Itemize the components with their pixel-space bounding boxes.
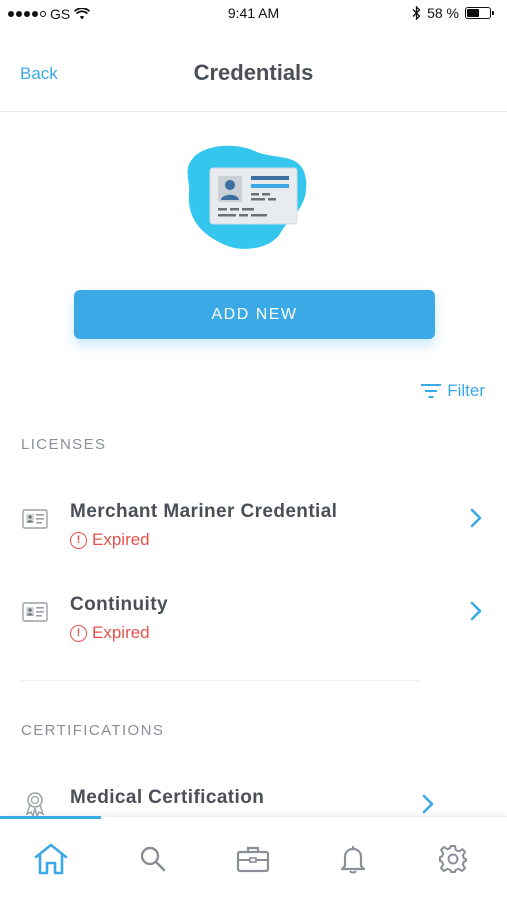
license-status-label: Expired bbox=[92, 623, 150, 642]
license-status: ! Expired bbox=[70, 530, 150, 550]
warning-icon: ! bbox=[70, 531, 87, 549]
license-status-label: Expired bbox=[92, 530, 150, 549]
battery-percent: 58 % bbox=[427, 5, 459, 21]
tab-indicator bbox=[0, 816, 101, 819]
filter-button[interactable]: Filter bbox=[421, 381, 485, 401]
license-title: Merchant Mariner Credential bbox=[70, 501, 338, 522]
tab-search[interactable] bbox=[135, 841, 171, 877]
chevron-right-icon bbox=[470, 508, 482, 528]
license-row-continuity[interactable]: Continuity ! Expired bbox=[0, 594, 507, 664]
battery-level bbox=[467, 9, 479, 17]
certifications-section-header: CERTIFICATIONS bbox=[21, 722, 165, 739]
tab-bar bbox=[0, 816, 507, 900]
tab-home[interactable] bbox=[33, 841, 69, 877]
bluetooth-icon bbox=[412, 6, 421, 20]
section-divider bbox=[21, 680, 420, 681]
chevron-right-icon bbox=[422, 794, 434, 814]
bell-icon bbox=[340, 845, 366, 874]
credential-card-illustration bbox=[187, 145, 307, 249]
ribbon-icon bbox=[25, 792, 45, 817]
tab-briefcase[interactable] bbox=[235, 841, 271, 877]
add-new-button[interactable]: ADD NEW bbox=[74, 290, 435, 339]
warning-icon: ! bbox=[70, 624, 87, 642]
briefcase-icon bbox=[236, 846, 270, 873]
chevron-right-icon bbox=[470, 601, 482, 621]
search-icon bbox=[140, 846, 166, 872]
tab-notifications[interactable] bbox=[335, 841, 371, 877]
navigation-bar: Back Credentials bbox=[0, 40, 507, 112]
filter-icon bbox=[421, 384, 442, 398]
id-card-icon bbox=[22, 509, 48, 529]
license-row-merchant-mariner-credential[interactable]: Merchant Mariner Credential ! Expired bbox=[0, 501, 507, 571]
license-status: ! Expired bbox=[70, 623, 150, 643]
status-bar: GS 9:41 AM 58 % bbox=[0, 0, 507, 28]
page-title: Credentials bbox=[193, 60, 314, 85]
gear-icon bbox=[439, 845, 467, 873]
tab-settings[interactable] bbox=[435, 841, 471, 877]
licenses-section-header: LICENSES bbox=[21, 436, 107, 453]
id-card-icon bbox=[22, 602, 48, 622]
home-icon bbox=[34, 843, 68, 875]
license-title: Continuity bbox=[70, 594, 168, 615]
battery-icon bbox=[465, 7, 494, 19]
certification-title: Medical Certification bbox=[70, 787, 265, 808]
filter-label: Filter bbox=[447, 381, 485, 400]
